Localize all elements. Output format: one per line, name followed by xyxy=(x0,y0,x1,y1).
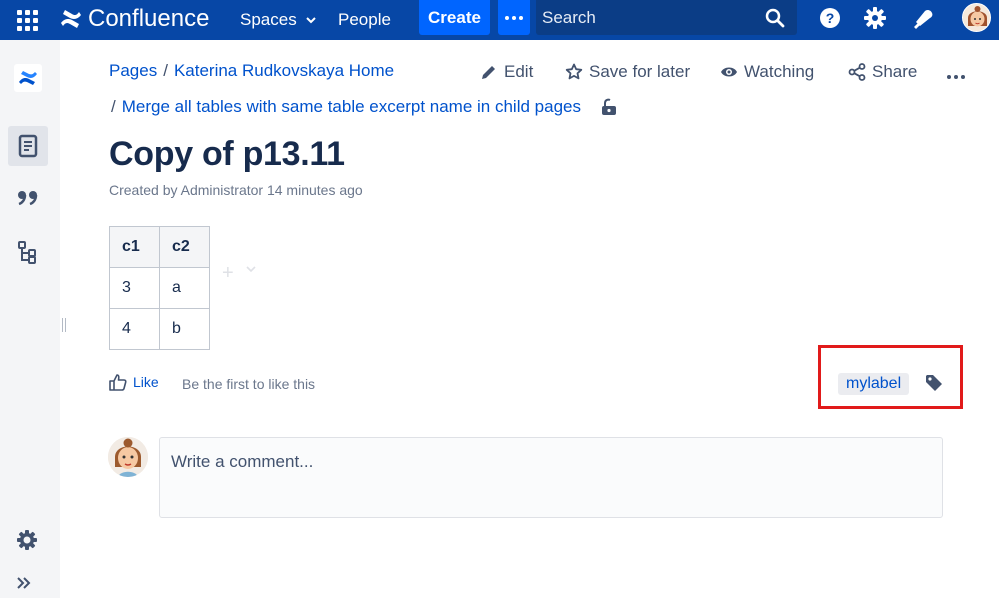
page-tree-icon xyxy=(18,241,36,264)
chevron-down-icon xyxy=(306,17,317,24)
search-icon xyxy=(765,8,785,28)
like-hint: Be the first to like this xyxy=(182,376,316,392)
sidebar-item-blog[interactable] xyxy=(8,179,48,219)
breadcrumb-separator: / xyxy=(163,61,168,80)
app-switcher-icon[interactable] xyxy=(15,8,39,32)
spaces-menu[interactable]: Spaces xyxy=(240,0,317,40)
thumbs-up-icon xyxy=(109,374,127,391)
notifications-icon[interactable] xyxy=(911,7,935,31)
help-icon[interactable]: ? xyxy=(819,7,841,29)
space-sidebar xyxy=(0,40,60,598)
table-header-row: c1 c2 xyxy=(109,226,210,268)
create-more-button[interactable] xyxy=(498,0,530,35)
table-cell: 3 xyxy=(109,267,160,309)
edit-label: Edit xyxy=(504,62,534,81)
table-header-cell: c1 xyxy=(109,226,160,268)
breadcrumb-parent-row: / Merge all tables with same table excer… xyxy=(109,97,617,117)
save-for-later-button[interactable]: Save for later xyxy=(565,61,690,83)
like-button[interactable]: Like xyxy=(109,373,159,391)
pencil-icon xyxy=(482,66,495,79)
comment-input[interactable]: Write a comment... xyxy=(159,437,943,518)
table-header-cell: c2 xyxy=(159,226,210,268)
tag-icon[interactable] xyxy=(925,374,943,392)
like-label: Like xyxy=(133,374,159,390)
spaces-label: Spaces xyxy=(240,10,297,29)
confluence-logo[interactable]: Confluence xyxy=(60,5,209,33)
content-table: c1 c2 3 a 4 b xyxy=(109,226,210,350)
comment-placeholder: Write a comment... xyxy=(171,452,314,471)
avatar xyxy=(108,437,148,477)
blog-quote-icon xyxy=(18,191,38,206)
sidebar-resize-handle[interactable] xyxy=(62,318,68,332)
watching-label: Watching xyxy=(744,62,815,81)
breadcrumb-pages[interactable]: Pages xyxy=(109,61,157,80)
breadcrumb-home[interactable]: Katerina Rudkovskaya Home xyxy=(174,61,394,80)
share-button[interactable]: Share xyxy=(848,61,917,83)
confluence-space-icon xyxy=(14,64,42,92)
create-button[interactable]: Create xyxy=(419,0,490,35)
svg-text:?: ? xyxy=(826,10,835,26)
save-for-later-label: Save for later xyxy=(589,62,691,81)
watching-button[interactable]: Watching xyxy=(720,61,814,83)
confluence-brand: Confluence xyxy=(88,5,210,32)
share-label: Share xyxy=(872,62,918,81)
space-home-button[interactable] xyxy=(8,58,48,98)
space-settings-icon[interactable] xyxy=(16,529,38,551)
share-icon xyxy=(848,63,866,81)
breadcrumb: Pages / Katerina Rudkovskaya Home xyxy=(109,61,394,81)
sidebar-item-page-tree[interactable] xyxy=(8,233,48,273)
table-cell: a xyxy=(159,267,210,309)
page-byline: Created by Administrator 14 minutes ago xyxy=(109,182,363,198)
people-link[interactable]: People xyxy=(338,0,391,40)
unlock-icon[interactable] xyxy=(601,98,617,116)
table-cell: 4 xyxy=(109,308,160,350)
settings-icon[interactable] xyxy=(864,7,886,29)
search-input[interactable]: Search xyxy=(536,0,797,35)
table-cell: b xyxy=(159,308,210,350)
breadcrumb-separator: / xyxy=(111,97,116,116)
page-title: Copy of p13.11 xyxy=(109,135,345,173)
more-icon xyxy=(505,15,509,20)
table-row: 3 a xyxy=(109,267,210,309)
top-navigation-bar: Confluence Spaces People Create Search ? xyxy=(0,0,999,40)
expand-sidebar-icon[interactable] xyxy=(16,576,32,590)
label-tag[interactable]: mylabel xyxy=(838,373,910,395)
star-icon xyxy=(565,63,583,80)
pages-icon xyxy=(18,134,38,158)
chevron-down-icon[interactable] xyxy=(246,265,256,273)
page-more-actions-button[interactable] xyxy=(947,66,965,88)
add-column-icon[interactable]: + xyxy=(222,262,234,285)
table-row: 4 b xyxy=(109,308,210,350)
avatar-icon xyxy=(108,437,148,477)
search-placeholder: Search xyxy=(542,8,596,27)
avatar-icon xyxy=(963,4,990,31)
eye-icon xyxy=(721,67,737,77)
breadcrumb-parent[interactable]: Merge all tables with same table excerpt… xyxy=(122,97,581,117)
user-avatar[interactable] xyxy=(962,3,991,32)
confluence-logo-icon xyxy=(61,10,81,28)
sidebar-item-pages[interactable] xyxy=(8,126,48,166)
edit-button[interactable]: Edit xyxy=(480,61,533,83)
more-icon xyxy=(947,75,951,79)
